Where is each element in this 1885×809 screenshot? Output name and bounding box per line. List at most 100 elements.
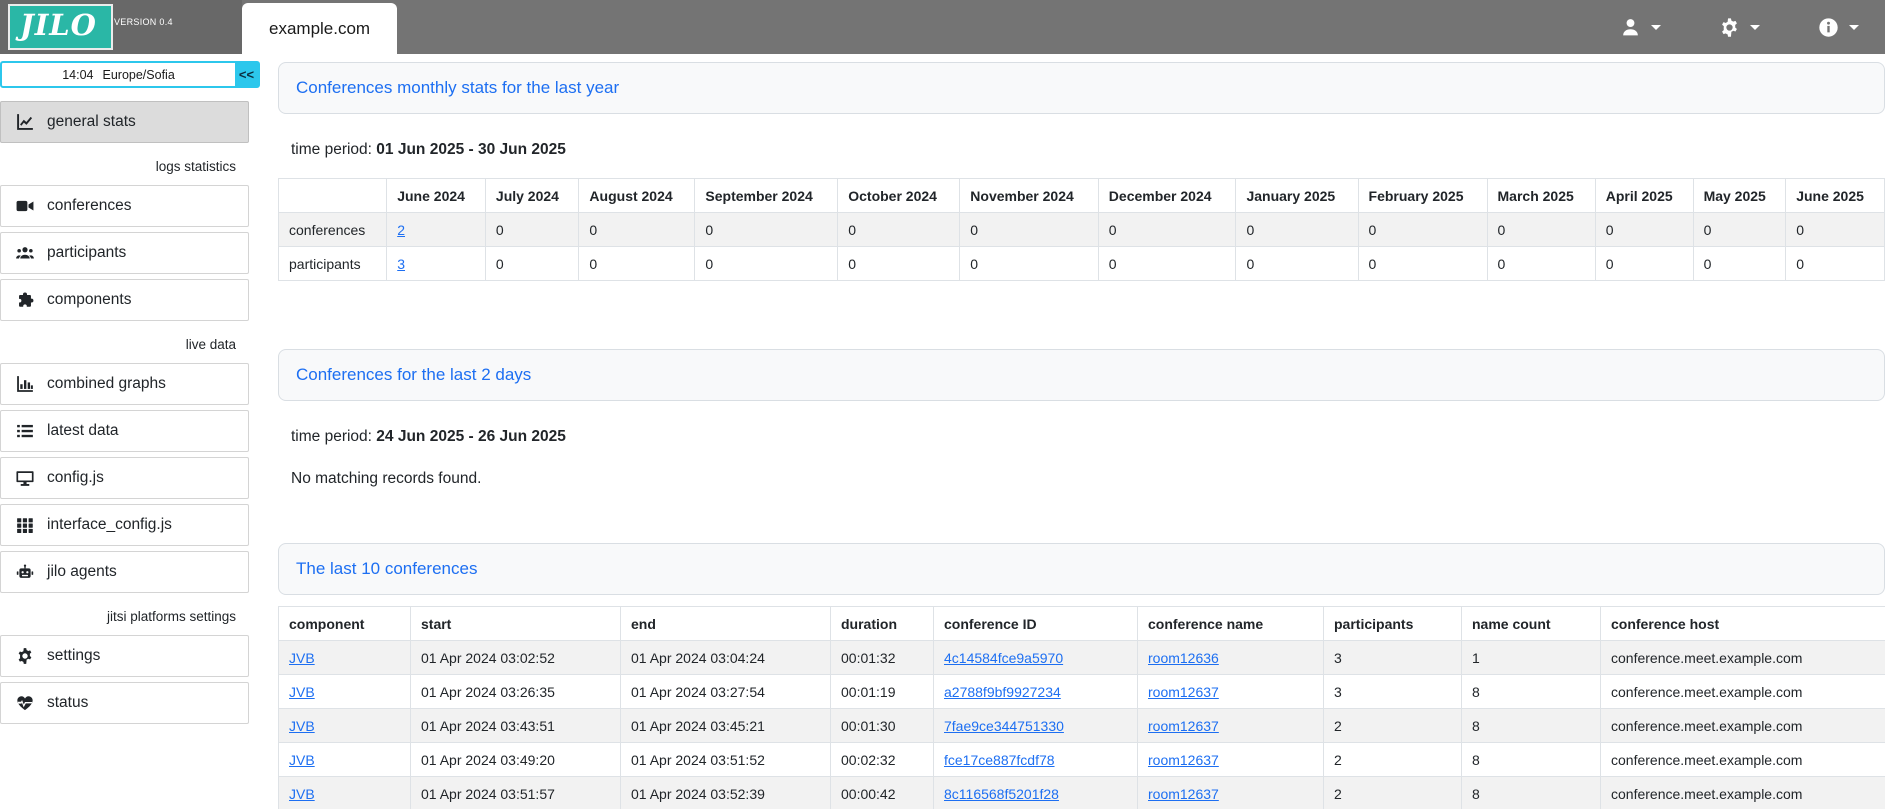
column-header-september-2024: September 2024 <box>695 179 838 213</box>
column-header-name-count: name count <box>1462 607 1601 641</box>
settings-menu[interactable] <box>1719 17 1760 38</box>
table-cell: conferences <box>279 213 387 247</box>
robot-icon <box>16 563 34 581</box>
table-cell: 8 <box>1462 777 1601 809</box>
sidebar-item-label: latest data <box>47 422 119 440</box>
table-cell: 2 <box>1324 777 1462 809</box>
table-link[interactable]: room12637 <box>1148 786 1219 802</box>
sidebar-item-interface-config-js[interactable]: interface_config.js <box>0 504 249 546</box>
sidebar-section-label-live-data: live data <box>0 326 236 363</box>
table-cell: 0 <box>485 247 579 281</box>
sidebar-item-conferences[interactable]: conferences <box>0 185 249 227</box>
last-2-days-card-header: Conferences for the last 2 days <box>278 349 1885 401</box>
table-cell: JVB <box>279 641 411 675</box>
table-link[interactable]: room12637 <box>1148 718 1219 734</box>
monthly-stats-card-header: Conferences monthly stats for the last y… <box>278 62 1885 114</box>
sidebar-item-label: settings <box>47 647 100 665</box>
table-cell: 0 <box>960 247 1099 281</box>
puzzle-piece-icon <box>16 291 34 309</box>
table-link[interactable]: JVB <box>289 684 315 700</box>
table-row: participants3000000000000 <box>279 247 1885 281</box>
column-header-march-2025: March 2025 <box>1487 179 1595 213</box>
table-cell: 7fae9ce344751330 <box>934 709 1138 743</box>
column-header-august-2024: August 2024 <box>579 179 695 213</box>
table-link[interactable]: JVB <box>289 786 315 802</box>
column-header-april-2025: April 2025 <box>1595 179 1693 213</box>
monthly-stats-table: June 2024July 2024August 2024September 2… <box>278 178 1885 281</box>
column-header-duration: duration <box>831 607 934 641</box>
column-header-june-2025: June 2025 <box>1786 179 1885 213</box>
table-cell: 0 <box>1595 213 1693 247</box>
sidebar-item-participants[interactable]: participants <box>0 232 249 274</box>
table-cell: 0 <box>485 213 579 247</box>
no-records-message: No matching records found. <box>291 470 1885 488</box>
table-cell: 0 <box>1236 213 1358 247</box>
sidebar-item-latest-data[interactable]: latest data <box>0 410 249 452</box>
monitor-icon <box>16 469 34 487</box>
info-circle-icon <box>1818 17 1839 38</box>
sidebar-item-general-stats[interactable]: general stats <box>0 101 249 143</box>
table-link[interactable]: 8c116568f5201f28 <box>944 786 1059 802</box>
top-bar: JILO VERSION 0.4 example.com <box>0 0 1885 54</box>
column-header-participants: participants <box>1324 607 1462 641</box>
sidebar-nav: general statslogs statisticsconferencesp… <box>0 101 262 724</box>
sidebar-item-config-js[interactable]: config.js <box>0 457 249 499</box>
logo[interactable]: JILO <box>8 4 113 50</box>
user-menu[interactable] <box>1620 17 1661 38</box>
table-cell: 8 <box>1462 675 1601 709</box>
table-link[interactable]: 7fae9ce344751330 <box>944 718 1064 734</box>
table-link[interactable]: 2 <box>397 222 405 238</box>
sidebar-item-label: conferences <box>47 197 131 215</box>
table-link[interactable]: fce17ce887fcdf78 <box>944 752 1055 768</box>
table-cell: 00:02:32 <box>831 743 934 777</box>
last-2-days-title: Conferences for the last 2 days <box>296 365 531 385</box>
table-cell: 01 Apr 2024 03:51:57 <box>411 777 621 809</box>
table-link[interactable]: a2788f9bf9927234 <box>944 684 1061 700</box>
time-period-label: time period: <box>291 141 372 158</box>
table-cell: 0 <box>579 247 695 281</box>
table-cell: 0 <box>1358 213 1487 247</box>
info-menu[interactable] <box>1818 17 1859 38</box>
sidebar-item-label: interface_config.js <box>47 516 172 534</box>
table-link[interactable]: JVB <box>289 718 315 734</box>
sidebar-item-settings[interactable]: settings <box>0 635 249 677</box>
column-header-component: component <box>279 607 411 641</box>
chevron-down-icon <box>1651 25 1661 30</box>
table-link[interactable]: 4c14584fce9a5970 <box>944 650 1063 666</box>
table-cell: 01 Apr 2024 03:43:51 <box>411 709 621 743</box>
tab-example-com[interactable]: example.com <box>242 3 397 54</box>
table-cell: 0 <box>1786 213 1885 247</box>
table-cell: 2 <box>387 213 486 247</box>
monthly-stats-title: Conferences monthly stats for the last y… <box>296 78 619 98</box>
last-10-title: The last 10 conferences <box>296 559 477 579</box>
column-header-october-2024: October 2024 <box>838 179 960 213</box>
table-cell: conference.meet.example.com <box>1601 641 1885 675</box>
table-link[interactable]: 3 <box>397 256 405 272</box>
users-icon <box>16 244 34 262</box>
sidebar-item-components[interactable]: components <box>0 279 249 321</box>
table-cell: 0 <box>1487 247 1595 281</box>
table-link[interactable]: JVB <box>289 650 315 666</box>
sidebar-collapse-button[interactable]: << <box>235 63 258 86</box>
table-cell: room12637 <box>1138 709 1324 743</box>
table-link[interactable]: room12637 <box>1148 752 1219 768</box>
table-cell: 0 <box>579 213 695 247</box>
table-row: JVB 01 Apr 2024 03:43:5101 Apr 2024 03:45… <box>279 709 1885 743</box>
table-row: JVB01 Apr 2024 03:02:5201 Apr 2024 03:04… <box>279 641 1885 675</box>
table-cell: 3 <box>387 247 486 281</box>
table-link[interactable]: room12636 <box>1148 650 1219 666</box>
table-link[interactable]: room12637 <box>1148 684 1219 700</box>
user-icon <box>1620 17 1641 38</box>
table-cell: 01 Apr 2024 03:45:21 <box>621 709 831 743</box>
table-cell: fce17ce887fcdf78 <box>934 743 1138 777</box>
table-cell: conference.meet.example.com <box>1601 743 1885 777</box>
version-label: VERSION 0.4 <box>114 17 173 27</box>
sidebar-item-jilo-agents[interactable]: jilo agents <box>0 551 249 593</box>
last-10-table: componentstartenddurationconference IDco… <box>278 606 1885 809</box>
table-link[interactable]: JVB <box>289 752 315 768</box>
table-cell: 00:01:19 <box>831 675 934 709</box>
sidebar-item-status[interactable]: status <box>0 682 249 724</box>
sidebar-item-combined-graphs[interactable]: combined graphs <box>0 363 249 405</box>
table-cell: JVB <box>279 709 411 743</box>
sidebar-item-label: config.js <box>47 469 104 487</box>
